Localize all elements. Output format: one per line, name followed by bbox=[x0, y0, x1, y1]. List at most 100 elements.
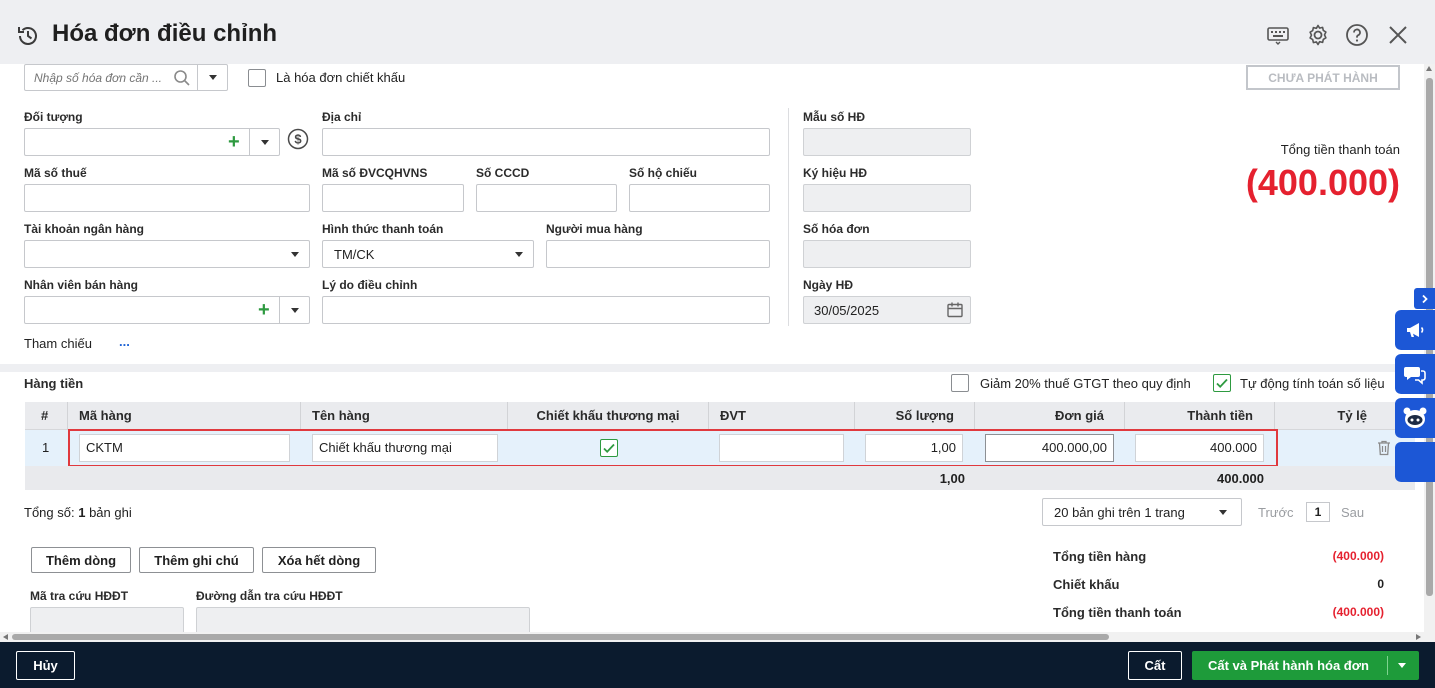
tham-chieu-more-button[interactable]: ... bbox=[119, 334, 130, 349]
mau-so-field bbox=[803, 128, 971, 156]
col-ten-hang[interactable]: Tên hàng bbox=[312, 402, 370, 430]
next-page-button[interactable]: Sau bbox=[1341, 505, 1364, 520]
add-icon[interactable]: + bbox=[228, 131, 240, 153]
doi-tuong-dropdown[interactable] bbox=[249, 129, 279, 155]
sum-so-luong: 1,00 bbox=[939, 471, 965, 486]
table-sum-row: 1,00 400.000 bbox=[25, 466, 1415, 490]
col-so-luong[interactable]: Số lượng bbox=[855, 402, 954, 430]
help-icon[interactable] bbox=[1344, 22, 1370, 48]
total-payment-label: Tổng tiền thanh toán bbox=[1280, 142, 1400, 157]
add-row-button[interactable]: Thêm dòng bbox=[31, 547, 131, 573]
auto-calc-label: Tự động tính toán số liệu bbox=[1240, 376, 1385, 391]
page-size-value: 20 bản ghi trên 1 trang bbox=[1054, 505, 1185, 520]
col-ma-hang[interactable]: Mã hàng bbox=[79, 402, 132, 430]
vertical-scrollbar[interactable] bbox=[1424, 64, 1435, 642]
ma-so-thue-label: Mã số thuế bbox=[24, 166, 87, 180]
mau-so-label: Mẫu số HĐ bbox=[803, 110, 866, 124]
nhan-vien-field[interactable]: + bbox=[24, 296, 310, 324]
goods-table-header: # Mã hàng Tên hàng Chiết khấu thương mại… bbox=[25, 402, 1415, 430]
prev-page-button[interactable]: Trước bbox=[1258, 505, 1294, 520]
trash-icon[interactable] bbox=[1376, 439, 1392, 460]
currency-icon[interactable]: $ bbox=[287, 128, 309, 150]
col-thanh-tien[interactable]: Thành tiền bbox=[1125, 402, 1253, 430]
col-separator bbox=[708, 402, 709, 430]
col-dvt[interactable]: ĐVT bbox=[720, 402, 746, 430]
status-button-label: CHƯA PHÁT HÀNH bbox=[1268, 70, 1378, 85]
scroll-left-arrow[interactable] bbox=[3, 634, 8, 640]
dia-chi-field[interactable] bbox=[322, 128, 770, 156]
summary-total-value: (400.000) bbox=[1332, 605, 1384, 619]
sum-thanh-tien: 400.000 bbox=[1217, 471, 1264, 486]
so-ho-chieu-field[interactable] bbox=[629, 184, 770, 212]
discount-invoice-label: Là hóa đơn chiết khấu bbox=[276, 70, 406, 85]
so-cccd-label: Số CCCD bbox=[476, 166, 530, 180]
status-button[interactable]: CHƯA PHÁT HÀNH bbox=[1246, 65, 1400, 90]
record-count-suffix: bản ghi bbox=[89, 505, 132, 520]
reduce-vat-checkbox[interactable] bbox=[951, 374, 969, 392]
check-icon bbox=[1216, 378, 1228, 388]
auto-calc-checkbox[interactable] bbox=[1213, 374, 1231, 392]
save-publish-button[interactable]: Cất và Phát hành hóa đơn bbox=[1192, 651, 1419, 680]
nhan-vien-dropdown[interactable] bbox=[279, 297, 309, 323]
megaphone-icon bbox=[1407, 323, 1424, 337]
summary-goods-value: (400.000) bbox=[1332, 549, 1384, 563]
doi-tuong-field[interactable]: + bbox=[24, 128, 280, 156]
side-collapse-button[interactable] bbox=[1414, 288, 1435, 309]
ma-so-dvcqhvns-field[interactable] bbox=[322, 184, 464, 212]
col-chiet-khau[interactable]: Chiết khấu thương mại bbox=[508, 402, 708, 430]
bot-icon bbox=[1403, 407, 1427, 428]
chevron-down-icon[interactable] bbox=[1398, 663, 1406, 668]
so-cccd-field[interactable] bbox=[476, 184, 617, 212]
chat-button[interactable] bbox=[1395, 354, 1435, 394]
calendar-icon[interactable] bbox=[946, 301, 964, 322]
summary-goods-label: Tổng tiền hàng bbox=[1053, 549, 1147, 564]
invoice-search-input[interactable] bbox=[25, 65, 169, 90]
discount-invoice-checkbox[interactable] bbox=[248, 69, 266, 87]
save-publish-label: Cất và Phát hành hóa đơn bbox=[1208, 658, 1369, 673]
save-button[interactable]: Cất bbox=[1128, 651, 1182, 680]
chat-icon bbox=[1404, 367, 1426, 385]
summary-total-label: Tổng tiền thanh toán bbox=[1053, 605, 1182, 620]
page-size-select[interactable]: 20 bản ghi trên 1 trang bbox=[1042, 498, 1242, 526]
col-don-gia[interactable]: Đơn giá bbox=[975, 402, 1104, 430]
search-dropdown-button[interactable] bbox=[197, 65, 227, 90]
col-ty-le[interactable]: Tỷ lệ bbox=[1275, 402, 1367, 430]
total-payment-value: (400.000) bbox=[1245, 162, 1400, 203]
current-page[interactable]: 1 bbox=[1306, 502, 1330, 522]
ma-so-thue-field[interactable] bbox=[24, 184, 310, 212]
scroll-right-arrow[interactable] bbox=[1416, 634, 1421, 640]
cancel-button[interactable]: Hủy bbox=[16, 651, 75, 680]
gear-icon[interactable] bbox=[1305, 22, 1331, 48]
scroll-up-arrow[interactable] bbox=[1426, 66, 1432, 71]
button-divider bbox=[1387, 656, 1388, 675]
hinh-thuc-select[interactable]: TM/CK bbox=[322, 240, 534, 268]
horizontal-scrollbar[interactable] bbox=[0, 632, 1424, 642]
add-note-button[interactable]: Thêm ghi chú bbox=[139, 547, 254, 573]
keyboard-icon[interactable] bbox=[1265, 22, 1291, 48]
add-icon[interactable]: + bbox=[258, 299, 270, 321]
chevron-down-icon bbox=[290, 307, 299, 313]
ky-hieu-label: Ký hiệu HĐ bbox=[803, 166, 868, 180]
chevron-down-icon bbox=[1219, 510, 1227, 515]
lookup-code-label: Mã tra cứu HĐĐT bbox=[30, 589, 129, 603]
ky-hieu-field bbox=[803, 184, 971, 212]
extra-side-button[interactable] bbox=[1395, 442, 1435, 482]
delete-all-button[interactable]: Xóa hết dòng bbox=[262, 547, 376, 573]
ly-do-field[interactable] bbox=[322, 296, 770, 324]
so-hoa-don-label: Số hóa đơn bbox=[803, 222, 870, 236]
svg-text:$: $ bbox=[294, 132, 302, 147]
nguoi-mua-field[interactable] bbox=[546, 240, 770, 268]
hinh-thuc-label: Hình thức thanh toán bbox=[322, 222, 444, 236]
horizontal-scroll-thumb[interactable] bbox=[12, 634, 1109, 640]
assistant-button[interactable] bbox=[1395, 398, 1435, 438]
page-title: Hóa đơn điều chỉnh bbox=[52, 20, 278, 47]
announcement-button[interactable] bbox=[1395, 310, 1435, 350]
hinh-thuc-value: TM/CK bbox=[334, 247, 375, 262]
history-icon[interactable] bbox=[15, 23, 41, 49]
invoice-search[interactable] bbox=[24, 64, 228, 91]
tai-khoan-select[interactable] bbox=[24, 240, 310, 268]
search-icon[interactable] bbox=[173, 69, 191, 90]
ly-do-label: Lý do điều chỉnh bbox=[322, 278, 418, 292]
record-count: Tổng số: 1 bản ghi bbox=[24, 505, 132, 520]
close-icon[interactable] bbox=[1385, 22, 1411, 48]
